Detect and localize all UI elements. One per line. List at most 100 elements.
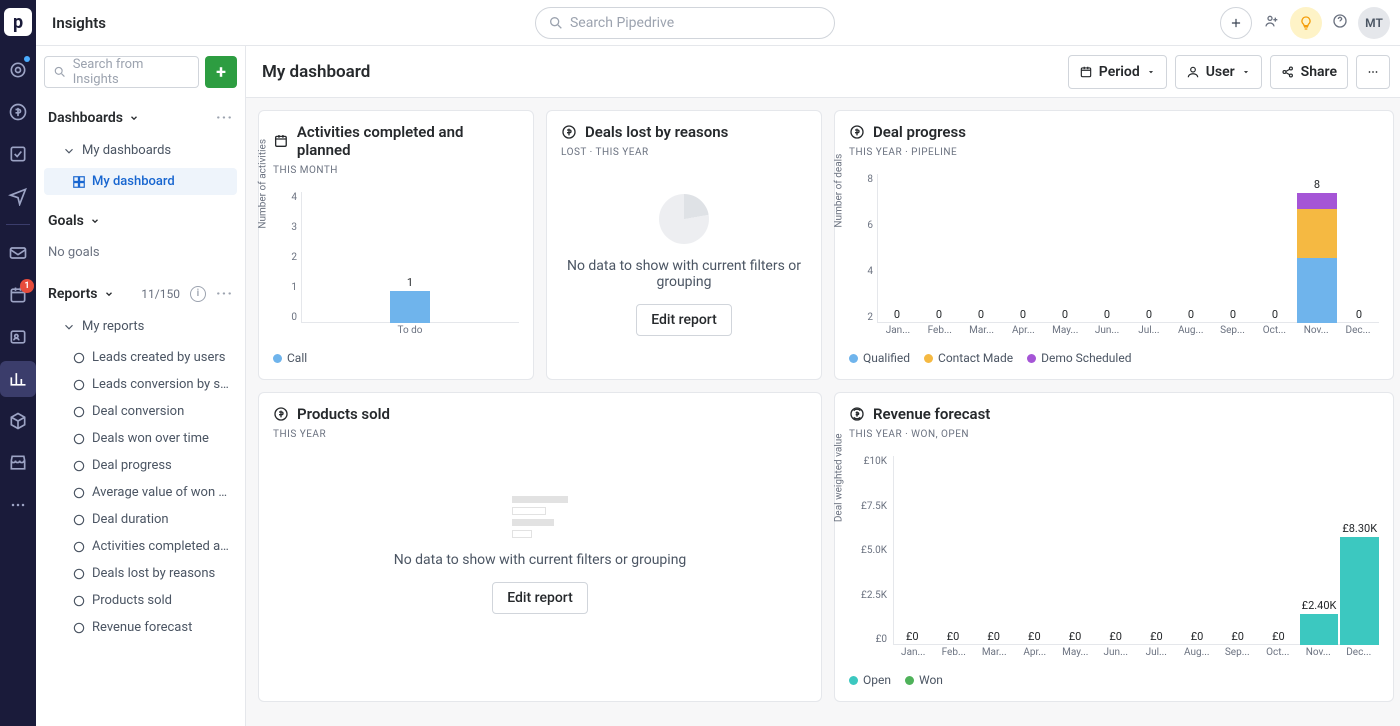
topbar: Insights Search Pipedrive MT [36, 0, 1400, 46]
report-icon [72, 378, 86, 392]
tips-icon[interactable] [1290, 7, 1322, 39]
legend-item: Call [273, 351, 307, 365]
more-icon [1366, 65, 1380, 79]
legend-item: Qualified [849, 351, 910, 365]
revenue-chart: £10K£7.5K£5.0K£2.5K£0Deal weighted value… [849, 456, 1379, 665]
report-icon [72, 594, 86, 608]
nav-products-icon[interactable] [0, 403, 36, 439]
logo-icon[interactable]: p [4, 8, 32, 36]
sidebar-my-dashboard[interactable]: My dashboard [44, 168, 237, 195]
sidebar-report-item[interactable]: Deals lost by reasons [44, 560, 237, 587]
more-button[interactable] [1356, 55, 1390, 89]
user-icon [1186, 65, 1200, 79]
sidebar-report-item[interactable]: Revenue forecast [44, 614, 237, 641]
report-icon [72, 351, 86, 365]
page-title: Insights [52, 14, 106, 32]
add-button[interactable]: + [205, 56, 237, 88]
nav-rail: p 1 [0, 0, 36, 726]
sidebar-report-item[interactable]: Activities completed an... [44, 533, 237, 560]
caret-down-icon [1241, 67, 1251, 77]
chevron-down-icon [62, 144, 76, 158]
dashboards-section[interactable]: Dashboards ··· [44, 102, 237, 133]
share-button[interactable]: Share [1270, 55, 1348, 89]
forecast-icon [849, 406, 865, 422]
card-activities: Activities completed and planned THIS MO… [258, 110, 534, 380]
card-deal-progress: Deal progress THIS YEAR · PIPELINE 8642N… [834, 110, 1394, 380]
bars-placeholder-icon [512, 496, 568, 538]
report-icon [72, 432, 86, 446]
insights-search-input[interactable]: Search from Insights [44, 56, 199, 88]
nav-deals-icon[interactable] [0, 94, 36, 130]
search-icon [53, 65, 67, 79]
legend-item: Won [905, 673, 943, 687]
activities-badge: 1 [20, 279, 34, 293]
currency-icon [849, 124, 865, 140]
insights-sidebar: Search from Insights + Dashboards ··· My… [36, 46, 246, 726]
nav-leads-icon[interactable] [0, 52, 36, 88]
sidebar-report-item[interactable]: Leads created by users [44, 344, 237, 371]
chevron-down-icon [104, 289, 114, 299]
caret-down-icon [1146, 67, 1156, 77]
more-icon[interactable]: ··· [216, 284, 233, 303]
legend-item: Open [849, 673, 891, 687]
deal-progress-chart: 8642Number of deals000000000080Jan...Feb… [849, 174, 1379, 343]
invite-icon[interactable] [1264, 13, 1280, 33]
sidebar-report-item[interactable]: Deal duration [44, 506, 237, 533]
no-goals-text: No goals [44, 239, 237, 266]
user-avatar[interactable]: MT [1358, 7, 1390, 39]
chevron-down-icon [90, 216, 100, 226]
sidebar-report-item[interactable]: Leads conversion by so... [44, 371, 237, 398]
card-products: Products sold THIS YEAR No data to show … [258, 392, 822, 702]
reports-section[interactable]: Reports 11/150 i ··· [44, 278, 237, 309]
edit-report-button[interactable]: Edit report [636, 304, 731, 336]
sidebar-report-item[interactable]: Deal conversion [44, 398, 237, 425]
info-icon[interactable]: i [190, 286, 206, 302]
card-deals-lost: Deals lost by reasons LOST · THIS YEAR N… [546, 110, 822, 380]
chevron-down-icon [129, 113, 139, 123]
chevron-down-icon [62, 320, 76, 334]
period-button[interactable]: Period [1068, 55, 1167, 89]
edit-report-button[interactable]: Edit report [492, 582, 587, 614]
report-icon [72, 567, 86, 581]
activities-chart: 43210Number of activities1To do [273, 192, 519, 343]
currency-icon [273, 406, 289, 422]
global-search-input[interactable]: Search Pipedrive [535, 7, 835, 39]
legend-item: Demo Scheduled [1027, 351, 1131, 365]
report-icon [72, 513, 86, 527]
nav-mail-icon[interactable] [0, 235, 36, 271]
share-icon [1281, 65, 1295, 79]
user-button[interactable]: User [1175, 55, 1262, 89]
nodata-text: No data to show with current filters or … [394, 552, 687, 568]
sidebar-report-item[interactable]: Average value of won d... [44, 479, 237, 506]
nav-insights-icon[interactable] [0, 361, 36, 397]
sidebar-my-dashboards[interactable]: My dashboards [44, 137, 237, 164]
nav-contacts-icon[interactable] [0, 319, 36, 355]
help-icon[interactable] [1332, 13, 1348, 33]
sidebar-report-item[interactable]: Products sold [44, 587, 237, 614]
report-icon [72, 459, 86, 473]
nav-marketplace-icon[interactable] [0, 445, 36, 481]
quick-add-button[interactable] [1220, 7, 1252, 39]
content-header: My dashboard Period User Share [246, 46, 1400, 98]
legend-item: Contact Made [924, 351, 1013, 365]
content: My dashboard Period User Share [246, 46, 1400, 726]
sidebar-report-item[interactable]: Deals won over time [44, 425, 237, 452]
nav-more-icon[interactable] [0, 487, 36, 523]
sidebar-report-item[interactable]: Deal progress [44, 452, 237, 479]
calendar-icon [1079, 65, 1093, 79]
nav-campaigns-icon[interactable] [0, 178, 36, 214]
dashboard-icon [72, 175, 86, 189]
currency-icon [561, 124, 577, 140]
sidebar-my-reports[interactable]: My reports [44, 313, 237, 340]
calendar-icon [273, 133, 289, 149]
card-revenue: Revenue forecast THIS YEAR · WON, OPEN £… [834, 392, 1394, 702]
nav-activities-icon[interactable]: 1 [0, 277, 36, 313]
goals-section[interactable]: Goals [44, 207, 237, 235]
nav-projects-icon[interactable] [0, 136, 36, 172]
nodata-text: No data to show with current filters or … [561, 258, 807, 290]
report-icon [72, 486, 86, 500]
search-icon [548, 15, 564, 31]
report-icon [72, 405, 86, 419]
report-icon [72, 540, 86, 554]
more-icon[interactable]: ··· [216, 108, 233, 127]
